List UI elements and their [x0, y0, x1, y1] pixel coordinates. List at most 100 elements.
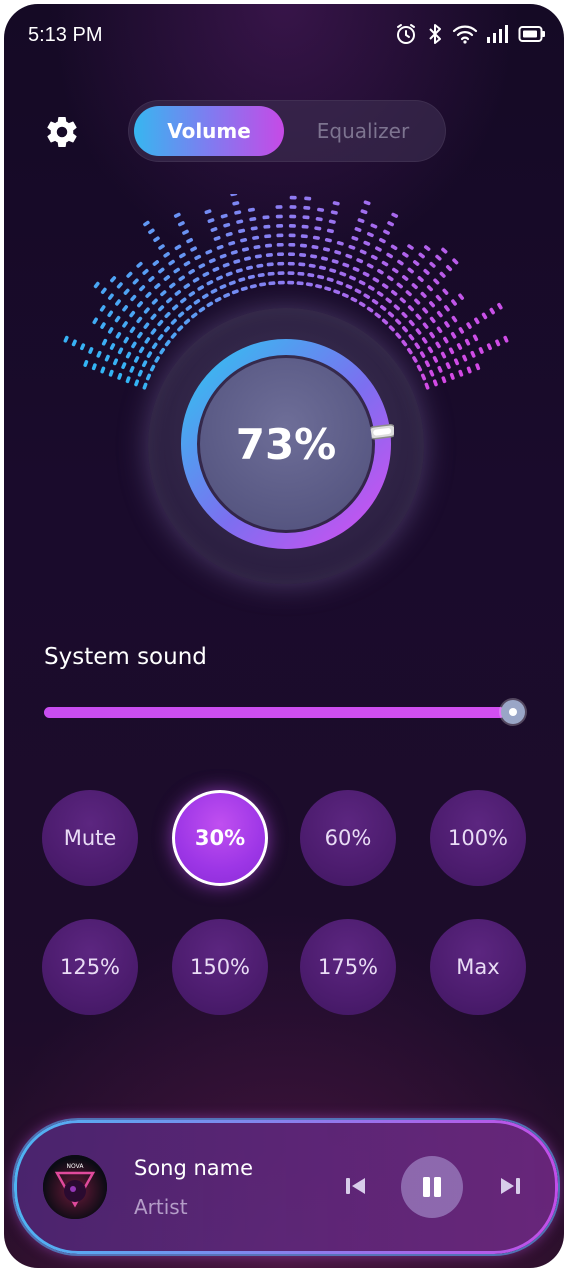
visualizer-segment — [163, 251, 170, 258]
preset-max-button[interactable]: Max — [430, 919, 526, 1015]
visualizer-segment — [443, 336, 449, 344]
mode-toggle: Volume Equalizer — [128, 100, 446, 162]
visualizer-segment — [435, 294, 442, 302]
visualizer-segment — [170, 332, 177, 339]
preset-mute-button[interactable]: Mute — [42, 790, 138, 886]
visualizer-segment — [159, 347, 166, 355]
visualizer-segment — [148, 228, 155, 235]
preset-60-button[interactable]: 60% — [300, 790, 396, 886]
visualizer-segment — [443, 305, 450, 312]
visualizer-segment — [107, 293, 114, 300]
visualizer-segment — [169, 282, 176, 289]
visualizer-segment — [423, 245, 431, 252]
preset-125-button[interactable]: 125% — [42, 919, 138, 1015]
visualizer-segment — [475, 363, 481, 371]
visualizer-segment — [436, 326, 443, 334]
tab-volume[interactable]: Volume — [134, 106, 284, 156]
visualizer-segment — [288, 224, 296, 228]
visualizer-segment — [174, 244, 182, 251]
visualizer-segment — [188, 291, 196, 297]
visualizer-segment — [401, 311, 408, 319]
visualizer-segment — [232, 201, 240, 206]
visualizer-segment — [256, 263, 264, 268]
visualizer-segment — [145, 373, 152, 381]
system-sound-slider[interactable] — [44, 707, 514, 718]
visualizer-segment — [183, 260, 191, 267]
now-playing-bar[interactable]: NOVA Song name Artist — [14, 1120, 558, 1254]
visualizer-segment — [107, 327, 114, 334]
visualizer-segment — [194, 254, 202, 261]
visualizer-segment — [210, 288, 218, 294]
gear-icon[interactable] — [44, 114, 80, 150]
visualizer-segment — [376, 291, 384, 297]
visualizer-segment — [387, 221, 394, 227]
visualizer-segment — [458, 369, 464, 377]
visualizer-segment — [308, 263, 316, 268]
visualizer-segment — [358, 301, 366, 308]
next-track-button[interactable] — [495, 1171, 525, 1201]
visualizer-segment — [117, 372, 123, 380]
visualizer-segment — [363, 200, 371, 206]
visualizer-segment — [417, 275, 424, 283]
visualizer-segment — [370, 254, 378, 261]
visualizer-segment — [123, 336, 129, 344]
visualizer-segment — [315, 217, 323, 222]
visualizer-segment — [104, 354, 110, 362]
visualizer-segment — [115, 331, 122, 339]
visualizer-segment — [185, 304, 193, 311]
visualizer-segment — [277, 271, 285, 275]
visualizer-segment — [134, 379, 140, 387]
visualizer-segment — [228, 240, 236, 246]
visualizer-segment — [354, 227, 362, 232]
visualizer-segment — [222, 262, 230, 268]
visualizer-segment — [144, 337, 151, 344]
pause-button[interactable] — [401, 1156, 463, 1218]
visualizer-segment — [489, 307, 495, 315]
previous-track-button[interactable] — [341, 1171, 371, 1201]
visualizer-segment — [80, 343, 86, 351]
slider-thumb[interactable] — [501, 700, 525, 724]
visualizer-segment — [317, 274, 325, 280]
visualizer-segment — [168, 259, 175, 266]
visualizer-segment — [192, 277, 200, 283]
visualizer-segment — [436, 310, 443, 318]
visualizer-segment — [249, 217, 257, 222]
visualizer-segment — [441, 376, 447, 384]
visualizer-segment — [300, 234, 308, 239]
tab-equalizer[interactable]: Equalizer — [288, 106, 438, 156]
visualizer-segment — [178, 275, 185, 282]
visualizer-segment — [354, 288, 362, 294]
album-art[interactable]: NOVA — [43, 1155, 107, 1219]
visualizer-segment — [277, 261, 285, 266]
visualizer-segment — [246, 265, 253, 271]
visualizer-segment — [287, 271, 295, 275]
visualizer-segment — [170, 318, 177, 325]
preset-175-button[interactable]: 175% — [300, 919, 396, 1015]
visualizer-segment — [231, 289, 239, 295]
visualizer-segment — [360, 209, 368, 215]
visualizer-segment — [339, 271, 347, 277]
visualizer-segment — [415, 328, 422, 335]
visualizer-segment — [191, 312, 198, 319]
preset-100-button[interactable]: 100% — [430, 790, 526, 886]
visualizer-segment — [451, 299, 457, 306]
wifi-icon — [452, 25, 478, 44]
visualizer-segment — [131, 341, 137, 349]
visualizer-segment — [109, 343, 116, 350]
preset-30-button[interactable]: 30% — [172, 790, 268, 886]
visualizer-segment — [392, 267, 399, 274]
visualizer-segment — [201, 293, 209, 299]
visualizer-segment — [298, 262, 306, 267]
visualizer-segment — [71, 339, 77, 347]
visualizer-segment — [122, 321, 128, 328]
visualizer-segment — [145, 291, 152, 298]
visualizer-segment — [164, 339, 171, 347]
visualizer-segment — [458, 327, 465, 334]
visualizer-segment — [418, 252, 425, 259]
visualizer-segment — [303, 205, 311, 210]
visualizer-segment — [393, 304, 400, 311]
preset-150-button[interactable]: 150% — [172, 919, 268, 1015]
visualizer-segment — [326, 228, 334, 234]
visualizer-segment — [254, 254, 262, 259]
visualizer-segment — [422, 307, 429, 314]
